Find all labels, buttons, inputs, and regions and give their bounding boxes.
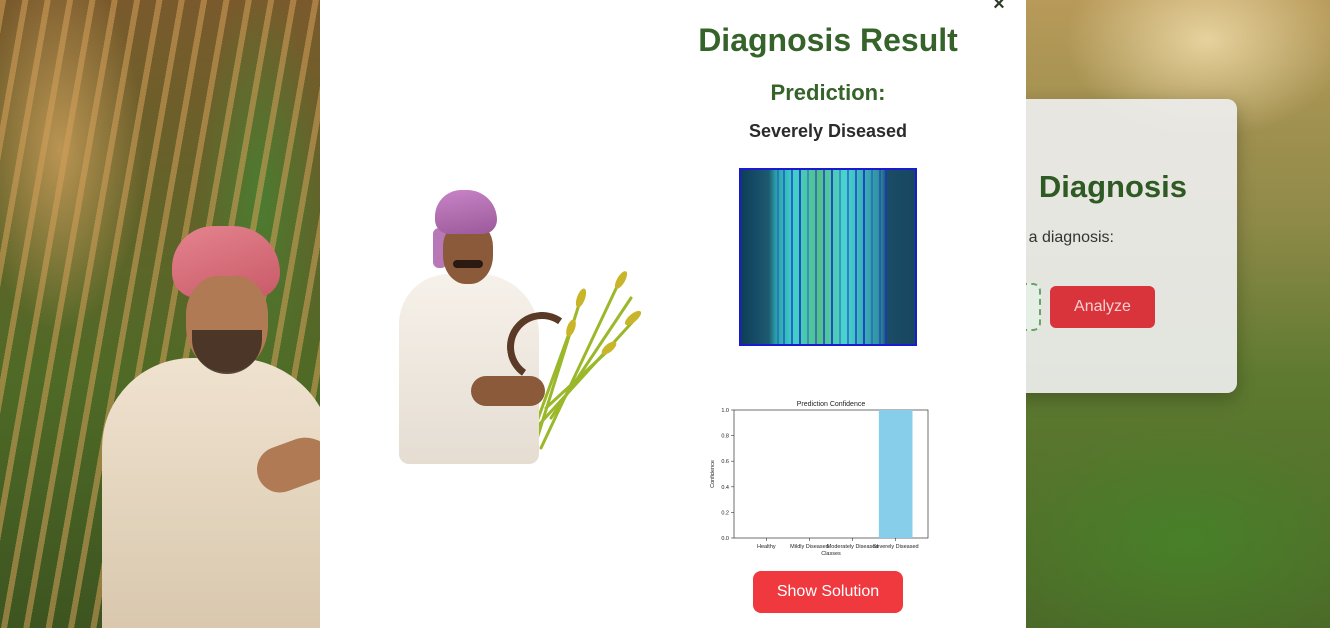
y-tick-label: 0.0: [721, 536, 729, 542]
close-icon[interactable]: ×: [989, 0, 1009, 15]
analyze-button[interactable]: Analyze: [1050, 286, 1155, 328]
modal-title: Diagnosis Result: [698, 22, 958, 58]
x-tick-label: Mildly Diseased: [790, 544, 829, 550]
y-tick-label: 1.0: [721, 408, 729, 414]
background-farmer-photo: [96, 226, 340, 628]
y-tick-label: 0.6: [721, 459, 729, 465]
prediction-label: Prediction:: [770, 80, 886, 105]
y-tick-label: 0.4: [721, 485, 729, 491]
x-tick-label: Severely Diseased: [873, 544, 919, 550]
farmer-illustration: [395, 188, 641, 464]
x-tick-label: Healthy: [757, 544, 776, 550]
confidence-bar-chart: Prediction Confidence 0.0 0.2 0.4 0.6 0.8 1.0 H…: [710, 401, 929, 557]
y-axis-label: Confidence: [710, 460, 716, 488]
show-solution-button[interactable]: Show Solution: [753, 571, 903, 613]
prediction-value: Severely Diseased: [748, 121, 908, 141]
leaf-heatmap-image: [739, 168, 917, 346]
diagnosis-result-modal: × Diagnosis Result Prediction: Severely …: [320, 0, 1026, 628]
chart-title: Prediction Confidence: [797, 401, 866, 408]
x-tick-label: Moderately Diseased: [827, 544, 879, 550]
prediction-confidence-chart: Prediction Confidence 0.0 0.2 0.4 0.6 0.8 1.0 H…: [706, 397, 936, 559]
bar-severely-diseased: [878, 410, 913, 538]
y-tick-label: 0.8: [721, 434, 729, 440]
y-tick-label: 0.2: [721, 510, 729, 516]
x-axis-label: Classes: [821, 551, 841, 557]
